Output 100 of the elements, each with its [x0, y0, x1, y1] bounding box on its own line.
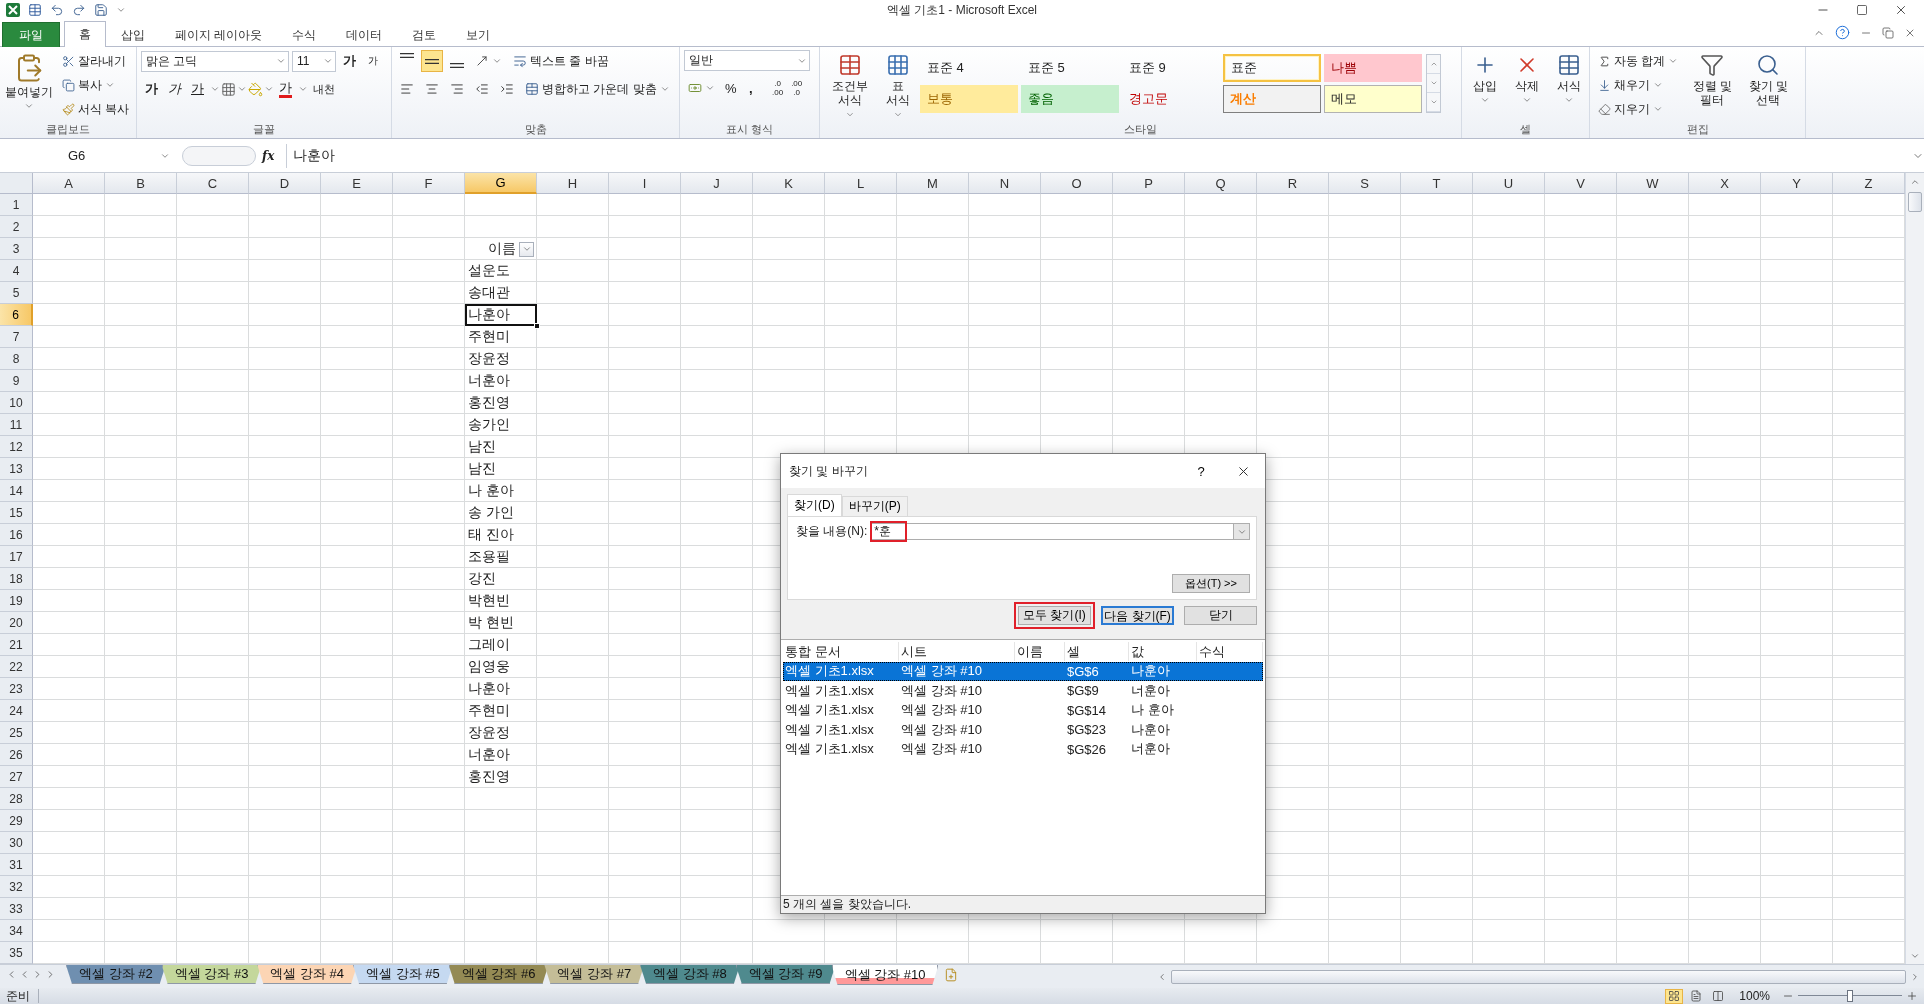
autosum-button[interactable]: 자동 합계	[1594, 50, 1683, 72]
shrink-font-button[interactable]: 가	[364, 50, 386, 72]
column-header[interactable]: G	[465, 173, 537, 194]
sheet-tab[interactable]: 엑셀 강좌 #6	[448, 965, 549, 984]
column-header[interactable]: P	[1113, 173, 1185, 194]
column-header[interactable]: A	[33, 173, 105, 194]
result-row[interactable]: 엑셀 기초1.xlsx 엑셀 강좌 #10 $G$23 나훈아	[783, 720, 1263, 740]
row-header[interactable]: 10	[0, 392, 33, 414]
row-header[interactable]: 18	[0, 568, 33, 590]
row-header[interactable]: 5	[0, 282, 33, 304]
column-header[interactable]: T	[1401, 173, 1473, 194]
row-header[interactable]: 30	[0, 832, 33, 854]
row-header[interactable]: 14	[0, 480, 33, 502]
column-header[interactable]: B	[105, 173, 177, 194]
cell-style-item[interactable]: 좋음	[1021, 85, 1119, 113]
column-header[interactable]: 이름	[1015, 642, 1065, 662]
row-header[interactable]: 21	[0, 634, 33, 656]
column-header[interactable]: W	[1617, 173, 1689, 194]
conditional-format-button[interactable]: 조건부 서식	[824, 50, 876, 122]
row-header[interactable]: 23	[0, 678, 33, 700]
font-size-field[interactable]: 11	[292, 50, 336, 72]
paste-button[interactable]: 붙여넣기	[4, 50, 54, 122]
column-header[interactable]: Y	[1761, 173, 1833, 194]
row-header[interactable]: 11	[0, 414, 33, 436]
row-header[interactable]: 16	[0, 524, 33, 546]
sheet-tab[interactable]: 엑셀 강좌 #3	[161, 965, 262, 984]
column-header[interactable]: L	[825, 173, 897, 194]
underline-button[interactable]: 가	[187, 78, 209, 100]
result-row[interactable]: 엑셀 기초1.xlsx 엑셀 강좌 #10 $G$26 너훈아	[783, 739, 1263, 759]
column-header[interactable]: X	[1689, 173, 1761, 194]
zoom-level[interactable]: 100%	[1739, 989, 1770, 1003]
ribbon-tab[interactable]: 검토	[397, 22, 452, 47]
column-header[interactable]: O	[1041, 173, 1113, 194]
row-header[interactable]: 32	[0, 876, 33, 898]
column-header[interactable]: 수식	[1197, 642, 1263, 662]
row-header[interactable]: 35	[0, 942, 33, 964]
cell-style-item[interactable]: 표준 4	[920, 54, 1018, 82]
italic-button[interactable]: 가	[164, 78, 186, 100]
column-header[interactable]: I	[609, 173, 681, 194]
column-header[interactable]: M	[897, 173, 969, 194]
copy-button[interactable]: 복사	[58, 74, 134, 96]
result-row[interactable]: 엑셀 기초1.xlsx 엑셀 강좌 #10 $G$14 나 훈아	[783, 700, 1263, 720]
row-header[interactable]: 2	[0, 216, 33, 238]
options-button[interactable]: 옵션(T) >>	[1172, 574, 1250, 593]
row-header[interactable]: 27	[0, 766, 33, 788]
dialog-tab[interactable]: 찾기(D)	[787, 494, 842, 516]
format-cells-button[interactable]: 서식	[1550, 50, 1588, 122]
formula-input[interactable]: 나훈아	[286, 143, 1906, 168]
cell-style-item[interactable]: 나쁨	[1324, 54, 1422, 82]
row-header[interactable]: 17	[0, 546, 33, 568]
ribbon-tab[interactable]: 수식	[277, 22, 332, 47]
row-header[interactable]: 29	[0, 810, 33, 832]
row-header[interactable]: 7	[0, 326, 33, 348]
column-header[interactable]: R	[1257, 173, 1329, 194]
sheet-tab[interactable]: 엑셀 강좌 #9	[735, 965, 836, 984]
column-header[interactable]: 시트	[899, 642, 1015, 662]
sheet-tab[interactable]: 엑셀 강좌 #8	[640, 965, 740, 984]
column-header[interactable]: 통합 문서	[783, 642, 899, 662]
function-label[interactable]: fx	[262, 148, 280, 163]
column-header[interactable]: J	[681, 173, 753, 194]
row-header[interactable]: 20	[0, 612, 33, 634]
help-button[interactable]: ?	[1181, 462, 1221, 480]
row-header[interactable]: 13	[0, 458, 33, 480]
cell-style-item[interactable]: 경고문	[1122, 85, 1220, 113]
column-header[interactable]: F	[393, 173, 465, 194]
row-header[interactable]: 1	[0, 194, 33, 216]
row-header[interactable]: 26	[0, 744, 33, 766]
fill-button[interactable]: 채우기	[1594, 74, 1683, 96]
row-header[interactable]: 4	[0, 260, 33, 282]
column-header[interactable]: Z	[1833, 173, 1905, 194]
row-header[interactable]: 3	[0, 238, 33, 260]
sort-filter-button[interactable]: 정렬 및 필터	[1686, 50, 1739, 122]
find-select-button[interactable]: 찾기 및 선택	[1742, 50, 1795, 122]
grow-font-button[interactable]: 가	[339, 50, 361, 72]
dialog-button[interactable]: 다음 찾기(F)	[1101, 606, 1174, 625]
column-header[interactable]: S	[1329, 173, 1401, 194]
cell-style-item[interactable]: 표준	[1223, 54, 1321, 82]
delete-cells-button[interactable]: 삭제	[1508, 50, 1546, 122]
sheet-tab[interactable]: 엑셀 강좌 #10	[831, 965, 939, 985]
insert-cells-button[interactable]: 삽입	[1466, 50, 1504, 122]
result-row[interactable]: 엑셀 기초1.xlsx 엑셀 강좌 #10 $G$9 너훈아	[783, 681, 1263, 701]
ribbon-tab[interactable]: 홈	[64, 21, 106, 47]
row-header[interactable]: 8	[0, 348, 33, 370]
ribbon-tab[interactable]: 파일	[2, 22, 60, 47]
merge-center-button[interactable]: 병합하고 가운데 맞춤	[521, 78, 674, 100]
column-header[interactable]: K	[753, 173, 825, 194]
cell-style-item[interactable]: 표준 9	[1122, 54, 1220, 82]
cut-button[interactable]: 잘라내기	[58, 50, 134, 72]
cell-style-item[interactable]: 보통	[920, 85, 1018, 113]
decimal-button[interactable]: .0 .00	[769, 77, 787, 99]
dialog-button[interactable]: 닫기	[1184, 606, 1257, 625]
row-header[interactable]: 22	[0, 656, 33, 678]
sheet-tab[interactable]: 엑셀 강좌 #2	[66, 965, 166, 984]
row-header[interactable]: 9	[0, 370, 33, 392]
sheet-tab[interactable]: 엑셀 강좌 #5	[353, 965, 453, 984]
row-header[interactable]: 33	[0, 898, 33, 920]
dialog-tab[interactable]: 바꾸기(P)	[841, 496, 908, 516]
column-header[interactable]: 값	[1129, 642, 1197, 662]
font-color-button[interactable]: 가	[275, 78, 297, 100]
percent-button[interactable]: %	[721, 77, 743, 99]
